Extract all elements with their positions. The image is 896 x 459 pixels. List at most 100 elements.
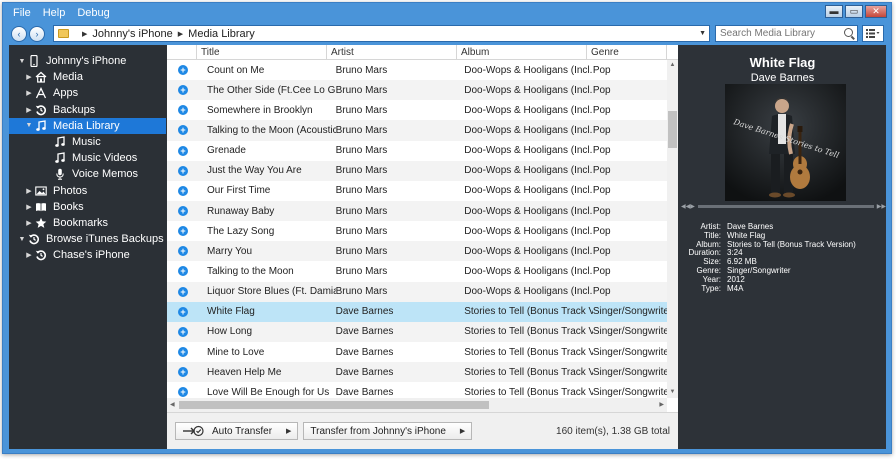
- add-icon[interactable]: +: [178, 85, 188, 96]
- table-row[interactable]: + Count on Me Bruno Mars Doo-Wops & Hooliga…: [167, 60, 667, 80]
- close-button[interactable]: ✕: [865, 5, 887, 18]
- sidebar-item-apps[interactable]: ▶ Apps: [9, 85, 166, 101]
- chevron-right-icon[interactable]: ▶: [24, 251, 34, 259]
- add-icon[interactable]: +: [178, 387, 188, 398]
- scroll-up-icon[interactable]: ▲: [667, 60, 678, 71]
- back-button[interactable]: ‹: [11, 25, 27, 42]
- add-icon[interactable]: +: [178, 306, 188, 317]
- table-row[interactable]: + Grenade Bruno Mars Doo-Wops & Hooligans (…: [167, 141, 667, 161]
- minimize-button[interactable]: ▬: [825, 5, 843, 18]
- scroll-left-icon[interactable]: ◀: [170, 398, 175, 412]
- sidebar-item-books[interactable]: ▶ Books: [9, 199, 166, 215]
- play-icon[interactable]: ▶: [690, 203, 695, 210]
- add-icon[interactable]: +: [178, 266, 188, 277]
- add-icon[interactable]: +: [178, 145, 188, 156]
- table-row[interactable]: + White Flag Dave Barnes Stories to Tell (B…: [167, 301, 667, 322]
- vertical-scrollbar[interactable]: ▲ ▼: [667, 60, 678, 398]
- transfer-from-device-button[interactable]: Transfer from Johnny's iPhone ▶: [303, 422, 473, 440]
- add-icon[interactable]: +: [178, 367, 188, 378]
- table-row[interactable]: + Talking to the Moon (Acoustic PiaBruno …: [167, 120, 667, 141]
- chevron-right-icon[interactable]: ▶: [24, 219, 34, 227]
- table-row[interactable]: + Liquor Store Blues (Ft. Damian MaBruno …: [167, 281, 667, 302]
- add-icon[interactable]: +: [178, 125, 188, 136]
- cell-genre: Pop: [592, 205, 611, 217]
- menu-help[interactable]: Help: [43, 7, 66, 19]
- add-icon[interactable]: +: [178, 326, 188, 337]
- table-row[interactable]: + Somewhere in Brooklyn Bruno Mars Doo-Wops…: [167, 100, 667, 120]
- menu-debug[interactable]: Debug: [77, 7, 109, 19]
- auto-transfer-button[interactable]: Auto Transfer ▶: [175, 422, 299, 440]
- table-row[interactable]: + Talking to the Moon Bruno Mars Doo-Wops &…: [167, 261, 667, 281]
- add-icon[interactable]: +: [178, 65, 188, 76]
- cell-title: Grenade: [207, 145, 246, 157]
- table-row[interactable]: + Just the Way You Are Bruno Mars Doo-Wops …: [167, 160, 667, 181]
- sidebar-item-media[interactable]: ▶ Media: [9, 69, 166, 85]
- next-track-icon[interactable]: ▶▶: [877, 203, 886, 210]
- breadcrumb-media-library[interactable]: Media Library: [188, 28, 255, 40]
- chevron-down-icon[interactable]: ▼: [699, 30, 706, 37]
- chevron-down-icon[interactable]: ▼: [24, 122, 34, 129]
- backup-icon: [34, 104, 48, 116]
- playback-seek-bar[interactable]: ◀◀ ▶ ▶▶: [681, 202, 886, 210]
- add-icon[interactable]: +: [178, 185, 188, 196]
- chevron-down-icon[interactable]: ▼: [17, 58, 27, 65]
- table-row[interactable]: + Runaway Baby Bruno Mars Doo-Wops & Hoolig…: [167, 200, 667, 222]
- search-box: [715, 25, 858, 42]
- add-icon[interactable]: +: [178, 165, 188, 176]
- table-row[interactable]: + Heaven Help Me Dave Barnes Stories to Tel…: [167, 362, 667, 383]
- cell-artist: Bruno Mars: [335, 165, 388, 177]
- chevron-right-icon[interactable]: ▶: [24, 73, 34, 81]
- search-input[interactable]: [720, 28, 840, 39]
- horizontal-scroll-thumb[interactable]: [179, 401, 489, 409]
- table-row[interactable]: + The Other Side (Ft.Cee Lo Green &Bruno …: [167, 80, 667, 101]
- forward-button[interactable]: ›: [29, 25, 45, 42]
- sidebar-item-bookmarks[interactable]: ▶ Bookmarks: [9, 215, 166, 231]
- sidebar-item-johnny-s-iphone[interactable]: ▼ Johnny's iPhone: [9, 53, 166, 69]
- add-icon[interactable]: +: [178, 286, 188, 297]
- scroll-right-icon[interactable]: ▶: [659, 398, 664, 412]
- add-icon[interactable]: +: [178, 347, 188, 358]
- table-row[interactable]: + Our First Time Bruno Mars Doo-Wops & Hool…: [167, 181, 667, 201]
- add-icon[interactable]: +: [178, 206, 188, 217]
- previous-track-icon[interactable]: ◀◀: [681, 203, 690, 210]
- table-row[interactable]: + Mine to Love Dave Barnes Stories to Tell …: [167, 342, 667, 362]
- table-row[interactable]: + How Long Dave Barnes Stories to Tell (Bon…: [167, 321, 667, 342]
- seek-track[interactable]: [697, 204, 874, 208]
- cell-album: Stories to Tell (Bonus Track Versio: [464, 346, 593, 358]
- chevron-right-icon[interactable]: ▶: [24, 106, 34, 114]
- search-icon[interactable]: [844, 28, 853, 37]
- sidebar-item-browse-itunes-backups[interactable]: ▼ Browse iTunes Backups: [9, 231, 166, 247]
- column-header-album[interactable]: Album: [457, 45, 587, 60]
- cell-artist: Bruno Mars: [335, 84, 388, 96]
- horizontal-scrollbar[interactable]: ◀ ▶: [167, 398, 667, 412]
- view-options-button[interactable]: [862, 25, 884, 42]
- cell-artist: Bruno Mars: [335, 265, 388, 277]
- add-icon[interactable]: +: [178, 105, 188, 116]
- column-header-artist[interactable]: Artist: [327, 45, 457, 60]
- sidebar-item-photos[interactable]: ▶ Photos: [9, 183, 166, 199]
- vertical-scroll-thumb[interactable]: [668, 111, 677, 148]
- sidebar-item-voice-memos[interactable]: Voice Memos: [9, 166, 166, 182]
- cell-album: Doo-Wops & Hooligans (Incl. Bon: [464, 124, 593, 136]
- column-header-genre[interactable]: Genre: [587, 45, 667, 60]
- sidebar-item-chase-s-iphone[interactable]: ▶ Chase's iPhone: [9, 247, 166, 263]
- sidebar-item-media-library[interactable]: ▼ Media Library: [9, 117, 166, 134]
- chevron-down-icon[interactable]: ▼: [17, 236, 27, 243]
- table-row[interactable]: + Marry You Bruno Mars Doo-Wops & Hooligans…: [167, 241, 667, 262]
- maximize-button[interactable]: ▭: [845, 5, 863, 18]
- add-icon[interactable]: +: [178, 226, 188, 237]
- chevron-right-icon[interactable]: ▶: [24, 187, 34, 195]
- sidebar-item-music-videos[interactable]: Music Videos: [9, 150, 166, 166]
- table-row[interactable]: + The Lazy Song Bruno Mars Doo-Wops & Hooli…: [167, 221, 667, 241]
- column-header-title[interactable]: Title: [197, 45, 327, 60]
- sidebar-item-backups[interactable]: ▶ Backups: [9, 102, 166, 118]
- breadcrumb-device[interactable]: Johnny's iPhone: [92, 28, 172, 40]
- add-icon[interactable]: +: [178, 246, 188, 257]
- breadcrumb[interactable]: ▶ Johnny's iPhone ▶ Media Library ▼: [53, 25, 710, 42]
- chevron-right-icon[interactable]: ▶: [24, 89, 34, 97]
- cell-album: Doo-Wops & Hooligans (Incl. Bon: [464, 165, 593, 177]
- chevron-right-icon[interactable]: ▶: [24, 203, 34, 211]
- scroll-down-icon[interactable]: ▼: [667, 387, 678, 398]
- menu-file[interactable]: File: [13, 7, 31, 19]
- sidebar-item-music[interactable]: Music: [9, 134, 166, 150]
